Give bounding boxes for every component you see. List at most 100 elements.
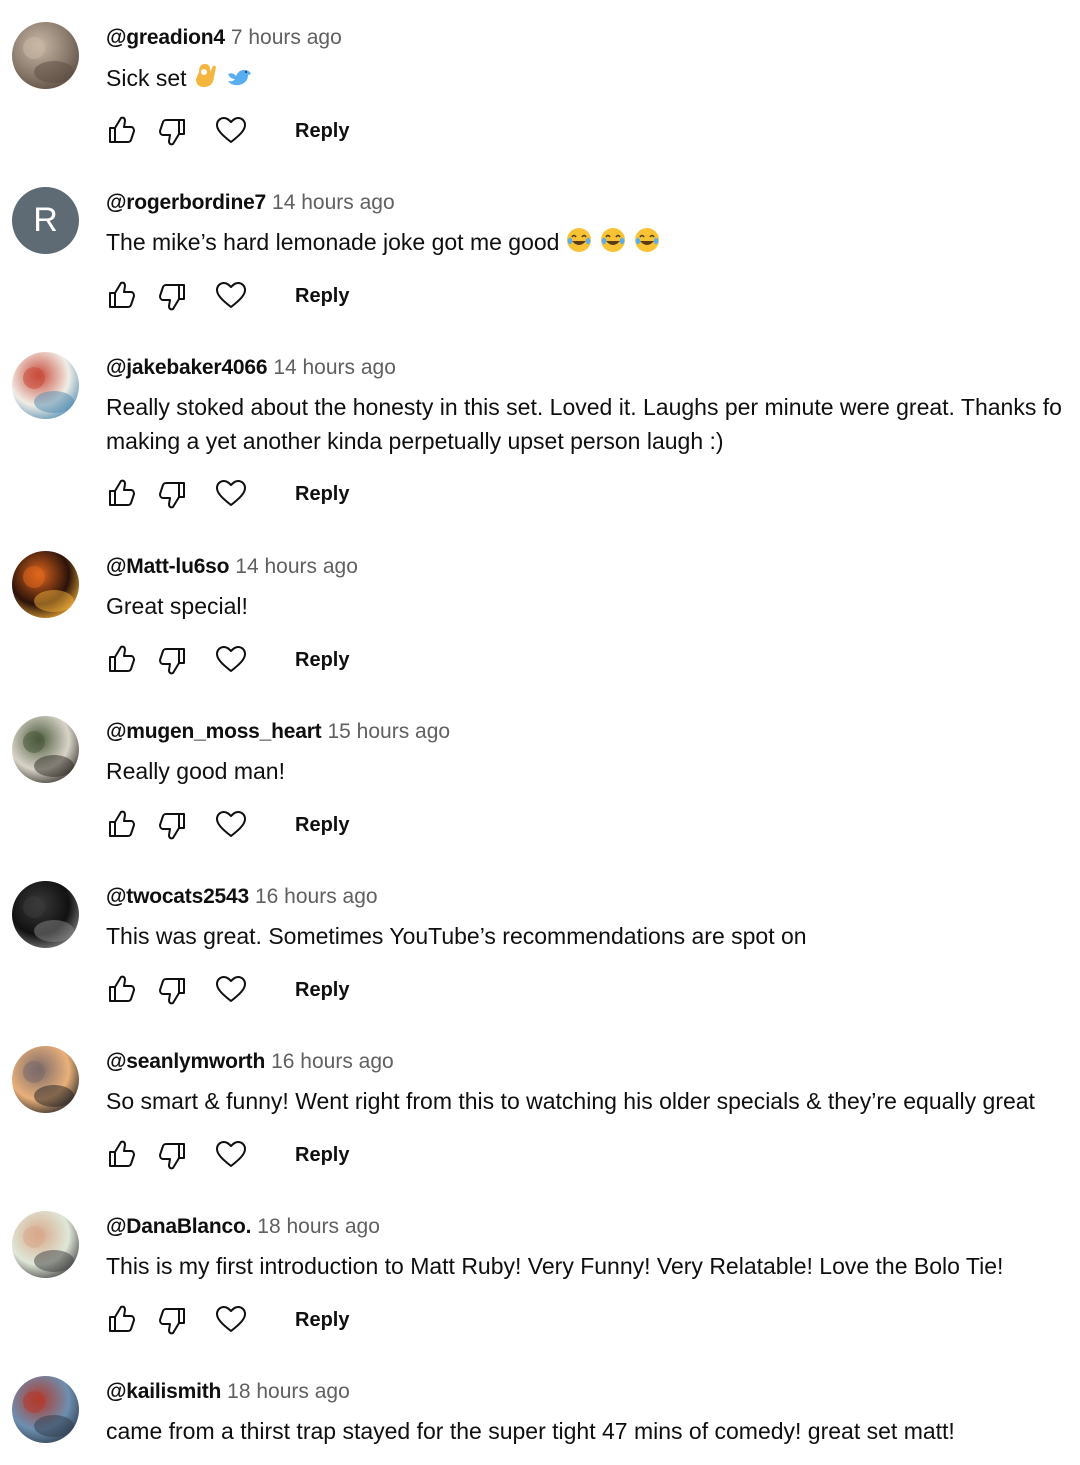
ok-hand-emoji [193,60,219,99]
thumbs-down-icon[interactable] [157,114,191,148]
comment-text-line: Really stoked about the honesty in this … [106,390,1080,424]
author-name[interactable]: @DanaBlanco. [106,1215,251,1238]
avatar[interactable] [12,716,79,783]
comment-text-line: This is my first introduction to Matt Ru… [106,1249,1080,1283]
reply-button[interactable]: Reply [295,811,349,839]
thumbs-up-icon[interactable] [103,643,137,677]
heart-icon[interactable] [214,643,248,677]
thumbs-up-icon[interactable] [103,1138,137,1172]
comment-text: The mike’s hard lemonade joke got me goo… [106,225,1080,263]
author-name[interactable]: @greadion4 [106,26,225,49]
thumbs-up-icon[interactable] [103,279,137,313]
timestamp[interactable]: 15 hours ago [327,720,450,743]
timestamp[interactable]: 14 hours ago [235,555,358,578]
heart-icon[interactable] [214,1303,248,1337]
author-name[interactable]: @jakebaker4066 [106,356,268,379]
comment-text-span: making a yet another kinda perpetually u… [106,428,724,454]
laughing-tears-emoji [633,226,661,263]
thumbs-down-icon[interactable] [157,643,191,677]
comment-text-line: came from a thirst trap stayed for the s… [106,1414,1080,1448]
thumbs-up-icon[interactable] [103,114,137,148]
thumbs-down-icon[interactable] [157,973,191,1007]
comment-text-span: So smart & funny! Went right from this t… [106,1088,1035,1114]
heart-icon[interactable] [214,973,248,1007]
avatar[interactable] [12,1211,79,1278]
comment-text-span: Great special! [106,593,248,619]
comment-text: came from a thirst trap stayed for the s… [106,1414,1080,1448]
reply-button[interactable]: Reply [295,976,349,1004]
heart-icon[interactable] [214,279,248,313]
comment-text-line: The mike’s hard lemonade joke got me goo… [106,225,1080,263]
author-name[interactable]: @twocats2543 [106,885,249,908]
comment-header: @mugen_moss_heart 15 hours ago [106,718,450,746]
author-name[interactable]: @seanlymworth [106,1050,265,1073]
comment-text-line: Great special! [106,589,1080,623]
author-name[interactable]: @Matt-lu6so [106,555,229,578]
avatar[interactable] [12,551,79,618]
author-name[interactable]: @kailismith [106,1380,221,1403]
comment-header: @greadion4 7 hours ago [106,24,342,52]
comment-text-span: Really good man! [106,758,285,784]
comment-text-span: Sick set [106,65,187,91]
comment-header: @kailismith 18 hours ago [106,1378,350,1406]
reply-button[interactable]: Reply [295,1306,349,1334]
author-name[interactable]: @mugen_moss_heart [106,720,322,743]
bird-emoji [225,64,253,99]
comment-text: Really good man! [106,754,1080,788]
comment-header: @seanlymworth 16 hours ago [106,1048,394,1076]
comment-text-span: The mike’s hard lemonade joke got me goo… [106,229,560,255]
comment-header: @twocats2543 16 hours ago [106,883,378,911]
thumbs-down-icon[interactable] [157,279,191,313]
comment-text: Great special! [106,589,1080,623]
thumbs-down-icon[interactable] [157,808,191,842]
thumbs-down-icon[interactable] [157,477,191,511]
comment-text-line: So smart & funny! Went right from this t… [106,1084,1080,1118]
heart-icon[interactable] [214,114,248,148]
thumbs-up-icon[interactable] [103,808,137,842]
author-name[interactable]: @rogerbordine7 [106,191,266,214]
comment-text: Really stoked about the honesty in this … [106,390,1080,458]
timestamp[interactable]: 14 hours ago [273,356,396,379]
comment-header: @Matt-lu6so 14 hours ago [106,553,358,581]
comment-header: @DanaBlanco. 18 hours ago [106,1213,380,1241]
thumbs-up-icon[interactable] [103,1303,137,1337]
comment-text-line: making a yet another kinda perpetually u… [106,424,1080,458]
comment-text-line: This was great. Sometimes YouTube’s reco… [106,919,1080,953]
comment-header: @jakebaker4066 14 hours ago [106,354,396,382]
laughing-tears-emoji [565,226,593,263]
reply-button[interactable]: Reply [295,480,349,508]
comment-text-span: came from a thirst trap stayed for the s… [106,1418,955,1444]
comment-text: So smart & funny! Went right from this t… [106,1084,1080,1118]
avatar[interactable] [12,1376,79,1443]
timestamp[interactable]: 16 hours ago [271,1050,394,1073]
avatar[interactable] [12,22,79,89]
comment-header: @rogerbordine7 14 hours ago [106,189,395,217]
reply-button[interactable]: Reply [295,117,349,145]
comment-text-line: Really good man! [106,754,1080,788]
avatar[interactable] [12,352,79,419]
reply-button[interactable]: Reply [295,282,349,310]
timestamp[interactable]: 18 hours ago [227,1380,350,1403]
thumbs-down-icon[interactable] [157,1138,191,1172]
thumbs-up-icon[interactable] [103,477,137,511]
timestamp[interactable]: 18 hours ago [257,1215,380,1238]
avatar-letter: R [33,201,58,239]
comment-text-span: This was great. Sometimes YouTube’s reco… [106,923,807,949]
heart-icon[interactable] [214,477,248,511]
reply-button[interactable]: Reply [295,1141,349,1169]
thumbs-up-icon[interactable] [103,973,137,1007]
avatar[interactable] [12,881,79,948]
timestamp[interactable]: 14 hours ago [272,191,395,214]
comment-text-line: Sick set [106,60,1080,99]
comment-text-span: Really stoked about the honesty in this … [106,394,1062,420]
heart-icon[interactable] [214,808,248,842]
timestamp[interactable]: 16 hours ago [255,885,378,908]
comment-text-span: This is my first introduction to Matt Ru… [106,1253,1004,1279]
heart-icon[interactable] [214,1138,248,1172]
timestamp[interactable]: 7 hours ago [231,26,342,49]
avatar[interactable] [12,1046,79,1113]
avatar[interactable]: R [12,187,79,254]
comment-text: Sick set [106,60,1080,99]
thumbs-down-icon[interactable] [157,1303,191,1337]
reply-button[interactable]: Reply [295,646,349,674]
